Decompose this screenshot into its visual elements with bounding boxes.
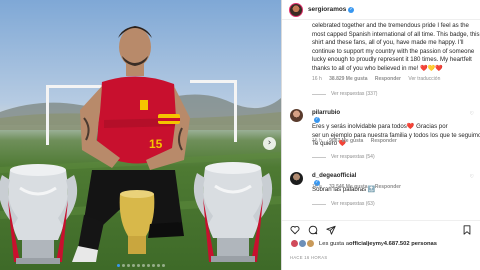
heart-outline-icon[interactable]: ♡ (470, 111, 474, 117)
comment-username[interactable]: d_degeaofficial (312, 172, 356, 179)
caption-line: celebrated together and the tremendous p… (312, 22, 469, 29)
comment-view-replies[interactable]: Ver respuestas (63) (312, 201, 375, 207)
heart-outline-icon[interactable]: ♡ (470, 174, 474, 180)
post-photo[interactable]: 15 › (0, 0, 281, 270)
comment-likes[interactable]: 9087 Me gusta (329, 138, 363, 144)
photo-illustration: 15 (0, 26, 281, 264)
view-replies-label: Ver respuestas (337) (331, 91, 378, 97)
view-replies-label: Ver respuestas (54) (331, 154, 375, 160)
avatar (306, 239, 315, 248)
comment-time: 16 h (312, 184, 322, 190)
caption-time: 16 h (312, 76, 322, 82)
caption-likes[interactable]: 38.829 Me gusta (329, 76, 367, 82)
carousel-dots (0, 264, 281, 267)
comments-panel: sergioramos ✓ celebrated together and th… (281, 0, 480, 270)
action-bar (282, 220, 480, 236)
avatar[interactable] (289, 2, 303, 17)
bookmark-icon[interactable] (462, 225, 472, 235)
carousel-dot (161, 264, 165, 267)
comment-text: Eres y serás inolvidable para todos❤️ Gr… (312, 123, 448, 131)
liker-avatars (290, 239, 316, 248)
share-icon[interactable] (326, 225, 336, 235)
caption-line: lucky enough to proudly represent it 180… (312, 56, 472, 64)
comment-reply-button[interactable]: Responder (375, 184, 401, 190)
comment-view-replies[interactable]: Ver respuestas (54) (312, 154, 375, 160)
caption-reply-button[interactable]: Responder (375, 76, 401, 82)
view-replies-label: Ver respuestas (63) (331, 201, 375, 207)
verified-icon: ✓ (348, 6, 355, 13)
post-timestamp: HACE 16 HORAS (290, 255, 328, 260)
carousel-dot (121, 264, 125, 267)
post-caption: celebrated together and the tremendous p… (312, 22, 480, 74)
likes-summary[interactable]: Les gusta a officialjeym y 4.687.502 per… (290, 239, 437, 248)
caption-line: thanks to all of you who believed in me!… (312, 64, 443, 72)
trophy-right (193, 162, 273, 262)
player-figure (72, 26, 190, 262)
replies-line (312, 203, 326, 205)
carousel-dot (136, 264, 140, 267)
comment-time: 15 h (312, 138, 322, 144)
avatar[interactable] (290, 109, 303, 122)
replies-line (312, 156, 326, 158)
trophy-left (0, 164, 78, 264)
liker-username[interactable]: officialjeym (349, 241, 381, 247)
likes-prefix: Les gusta a (319, 240, 349, 247)
caption-line: most capped Spanish international of all… (312, 30, 480, 38)
jersey-number: 15 (149, 137, 163, 151)
carousel-dot (146, 264, 150, 267)
chevron-right-icon[interactable]: › (263, 137, 276, 150)
comment-icon[interactable] (308, 225, 318, 235)
carousel-dot (116, 264, 120, 267)
carousel-dot (156, 264, 160, 267)
caption-meta: 16 h 38.829 Me gusta Responder Ver tradu… (312, 76, 440, 82)
replies-line (312, 93, 326, 95)
translate-button[interactable]: Ver traducción (408, 76, 440, 82)
carousel-dot (151, 264, 155, 267)
avatar[interactable] (290, 172, 303, 185)
carousel-dot (131, 264, 135, 267)
carousel-dot (126, 264, 130, 267)
comment-likes[interactable]: 32.546 Me gusta (329, 184, 367, 190)
comment-meta: 15 h 9087 Me gusta Responder (312, 138, 397, 144)
comment-username[interactable]: pilarrubio (312, 109, 340, 116)
caption-view-replies[interactable]: Ver respuestas (337) (312, 91, 377, 97)
post-header: sergioramos ✓ (282, 0, 480, 20)
caption-line: continue to support my country with the … (312, 47, 475, 55)
post-username[interactable]: sergioramos (308, 6, 346, 13)
carousel-dot (141, 264, 145, 267)
comment-reply-button[interactable]: Responder (371, 138, 397, 144)
heart-icon[interactable] (290, 225, 300, 235)
comment-meta: 16 h 32.546 Me gusta Responder (312, 184, 401, 190)
caption-line: shirt and these fans, all of you, have m… (312, 39, 464, 47)
likes-count[interactable]: 4.687.502 personas (384, 241, 437, 247)
